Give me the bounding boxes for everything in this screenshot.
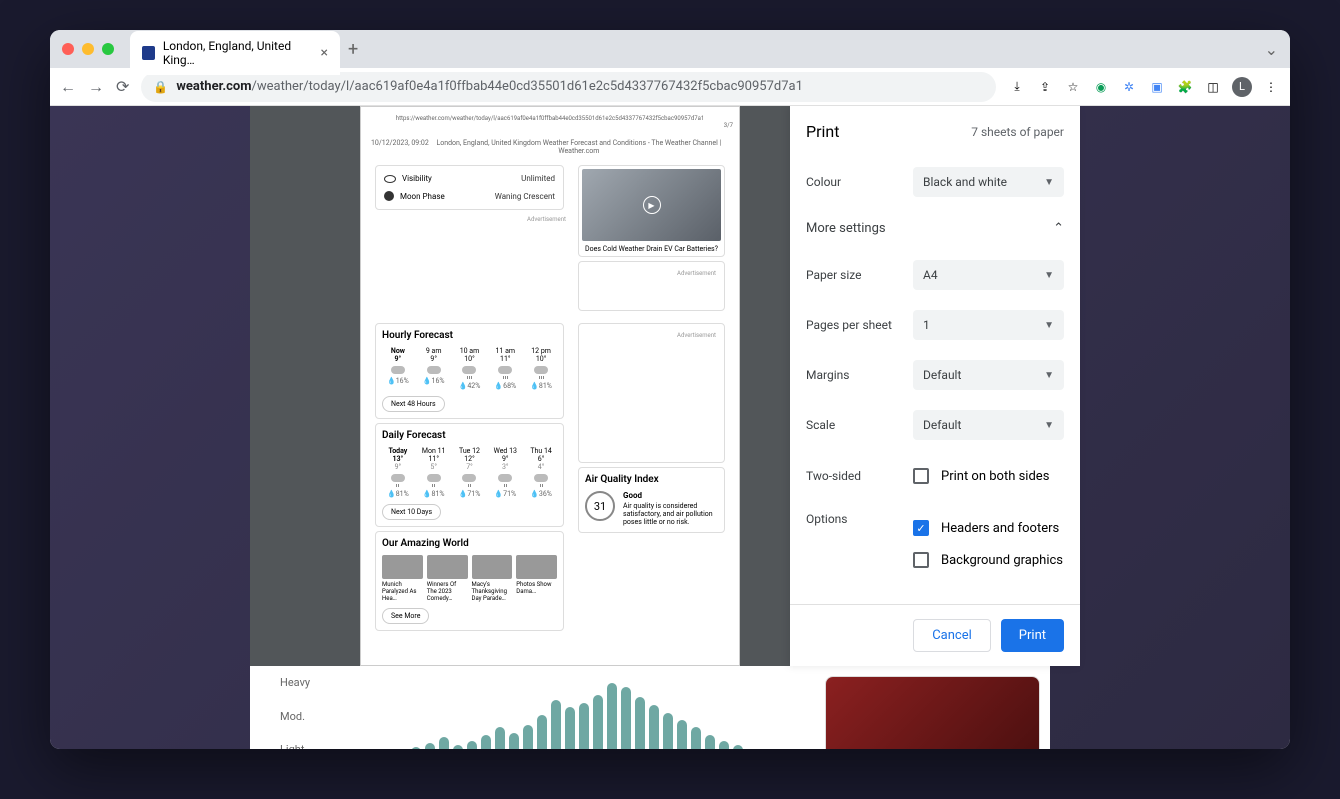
side-panel-icon[interactable]: ◫: [1204, 78, 1222, 96]
headers-checkbox[interactable]: ✓: [913, 520, 929, 536]
next-48-button[interactable]: Next 48 Hours: [382, 396, 445, 412]
chevron-up-icon: ⌃: [1053, 221, 1064, 236]
hourly-forecast: Hourly Forecast Now9°💧16%9 am9°💧16%10 am…: [375, 323, 564, 419]
print-dialog: Print 7 sheets of paper Colour Black and…: [790, 106, 1080, 666]
print-summary: 7 sheets of paper: [971, 125, 1064, 139]
chevron-down-icon: ▼: [1044, 270, 1054, 281]
eye-icon: [384, 175, 396, 183]
amazing-world: Our Amazing World Munich Paralyzed As He…: [375, 531, 564, 631]
article-thumbnail: [826, 677, 1039, 749]
chevron-down-icon: ▼: [1044, 177, 1054, 188]
preview-page-num: 3/7: [367, 122, 733, 129]
sidebar-article: Here's Why Cities Are Using It: [815, 666, 1050, 749]
print-title: Print: [806, 122, 839, 141]
more-settings-toggle[interactable]: More settings⌃: [806, 207, 1064, 250]
share-icon[interactable]: ⇪: [1036, 78, 1054, 96]
extensions: ⤓ ⇪ ☆ ◉ ✲ ▣ 🧩 ◫ L ⋮: [1008, 77, 1280, 97]
browser-window: London, England, United King… × + ⌄ ← → …: [50, 30, 1290, 749]
preview-page: https://weather.com/weather/today/l/aac6…: [360, 106, 740, 666]
reload-button[interactable]: ⟳: [116, 77, 129, 96]
daily-forecast: Daily Forecast Today13°9°💧81%Mon 1111°5°…: [375, 423, 564, 527]
video-caption: Does Cold Weather Drain EV Car Batteries…: [582, 245, 721, 253]
extensions-icon[interactable]: 🧩: [1176, 78, 1194, 96]
next-10-button[interactable]: Next 10 Days: [382, 504, 441, 520]
profile-avatar[interactable]: L: [1232, 77, 1252, 97]
moon-icon: [384, 191, 394, 201]
chevron-down-icon: ▼: [1044, 370, 1054, 381]
ext-icon-1[interactable]: ◉: [1092, 78, 1110, 96]
twosided-checkbox[interactable]: [913, 468, 929, 484]
scale-select[interactable]: Default▼: [913, 410, 1064, 440]
back-button[interactable]: ←: [60, 77, 76, 97]
chevron-down-icon: ▼: [1044, 420, 1054, 431]
aqi-value: 31: [585, 491, 615, 521]
pps-select[interactable]: 1▼: [913, 310, 1064, 340]
close-window-button[interactable]: [62, 43, 74, 55]
tab-title: London, England, United King…: [163, 39, 313, 67]
colour-select[interactable]: Black and white▼: [913, 167, 1064, 197]
url-domain: weather.com: [176, 79, 251, 94]
precip-chart: HeavyMod.Light Now9a10a11a12p1p2p3p: [250, 666, 850, 749]
ext-icon-3[interactable]: ▣: [1148, 78, 1166, 96]
play-icon: ▶: [643, 196, 661, 214]
maximize-window-button[interactable]: [102, 43, 114, 55]
cancel-button[interactable]: Cancel: [913, 619, 991, 652]
url-path: /weather/today/l/aac619af0e4a1f0ffbab44e…: [252, 79, 803, 94]
menu-icon[interactable]: ⋮: [1262, 78, 1280, 96]
aqi-card: Air Quality Index 31 GoodAir quality is …: [578, 467, 725, 533]
bookmark-icon[interactable]: ☆: [1064, 78, 1082, 96]
tab-list-chevron-icon[interactable]: ⌄: [1265, 40, 1278, 59]
paper-select[interactable]: A4▼: [913, 260, 1064, 290]
preview-url: https://weather.com/weather/today/l/aac6…: [367, 115, 733, 122]
install-icon[interactable]: ⤓: [1008, 78, 1026, 96]
content-area: HeavyMod.Light Now9a10a11a12p1p2p3p Here…: [50, 106, 1290, 749]
print-preview: https://weather.com/weather/today/l/aac6…: [250, 106, 850, 666]
margins-select[interactable]: Default▼: [913, 360, 1064, 390]
tab-close-icon[interactable]: ×: [321, 45, 328, 61]
ext-icon-2[interactable]: ✲: [1120, 78, 1138, 96]
chevron-down-icon: ▼: [1044, 320, 1054, 331]
browser-tab[interactable]: London, England, United King… ×: [130, 31, 340, 75]
print-button[interactable]: Print: [1001, 619, 1064, 652]
titlebar: London, England, United King… × + ⌄: [50, 30, 1290, 68]
new-tab-button[interactable]: +: [348, 39, 358, 60]
see-more-button[interactable]: See More: [382, 608, 429, 624]
video-thumbnail: ▶: [582, 169, 721, 241]
minimize-window-button[interactable]: [82, 43, 94, 55]
address-bar[interactable]: 🔒 weather.com/weather/today/l/aac619af0e…: [141, 72, 996, 102]
forward-button[interactable]: →: [88, 77, 104, 97]
lock-icon: 🔒: [153, 80, 168, 94]
preview-date: 10/12/2023, 09:02: [371, 139, 429, 155]
bg-checkbox[interactable]: [913, 552, 929, 568]
article-card[interactable]: Here's Why Cities Are Using It: [825, 676, 1040, 749]
tab-favicon: [142, 46, 155, 60]
preview-header-title: London, England, United Kingdom Weather …: [433, 139, 725, 155]
window-controls: [62, 43, 114, 55]
